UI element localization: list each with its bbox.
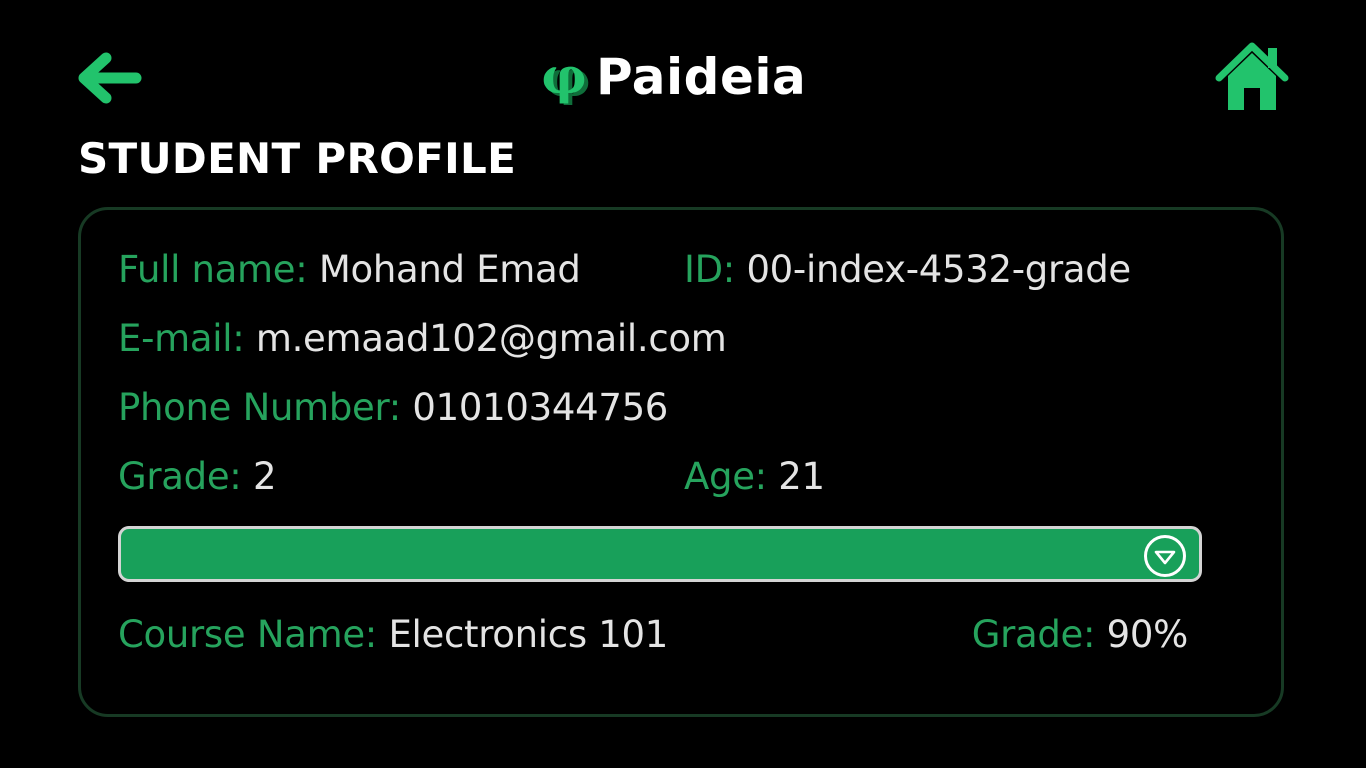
id-value: 00-index-4532-grade	[746, 248, 1131, 291]
arrow-left-icon	[78, 52, 142, 104]
page-title: STUDENT PROFILE	[78, 134, 517, 183]
home-button[interactable]	[1214, 40, 1290, 114]
logo-glyph: φ	[541, 49, 586, 105]
course-grade-value: 90%	[1106, 613, 1189, 656]
grade-label: Grade:	[118, 455, 242, 498]
phone-label: Phone Number:	[118, 386, 401, 429]
brand-name: Paideia	[596, 48, 807, 106]
brand: φ φ Paideia	[540, 42, 806, 112]
phone-value: 01010344756	[412, 386, 669, 429]
grade-row: Grade: 2	[118, 455, 277, 499]
id-row: ID: 00-index-4532-grade	[684, 248, 1131, 292]
course-grade-label: Grade:	[971, 613, 1096, 656]
back-button[interactable]	[74, 50, 144, 106]
paideia-logo: φ φ	[541, 49, 590, 105]
course-name-row: Course Name: Electronics 101	[118, 613, 668, 657]
full-name-value: Mohand Emad	[318, 248, 581, 291]
email-value: m.emaad102@gmail.com	[255, 317, 727, 360]
course-name-label: Course Name:	[118, 613, 377, 656]
course-grade-row: Grade: 90%	[971, 613, 1189, 657]
chevron-down-circle-icon[interactable]	[1143, 534, 1187, 578]
full-name-row: Full name: Mohand Emad	[118, 248, 581, 292]
age-row: Age: 21	[684, 455, 825, 499]
course-dropdown-bar[interactable]	[118, 526, 1202, 582]
email-label: E-mail:	[118, 317, 245, 360]
full-name-label: Full name:	[118, 248, 308, 291]
age-value: 21	[778, 455, 825, 498]
age-label: Age:	[684, 455, 767, 498]
course-name-value: Electronics 101	[388, 613, 668, 656]
student-profile-screen: φ φ Paideia STUDENT PROFILE Full name: M…	[0, 0, 1366, 768]
id-label: ID:	[684, 248, 735, 291]
email-row: E-mail: m.emaad102@gmail.com	[118, 317, 727, 361]
profile-card: Full name: Mohand Emad ID: 00-index-4532…	[78, 207, 1284, 717]
home-icon	[1215, 42, 1289, 110]
phone-row: Phone Number: 01010344756	[118, 386, 668, 430]
grade-value: 2	[252, 455, 277, 498]
